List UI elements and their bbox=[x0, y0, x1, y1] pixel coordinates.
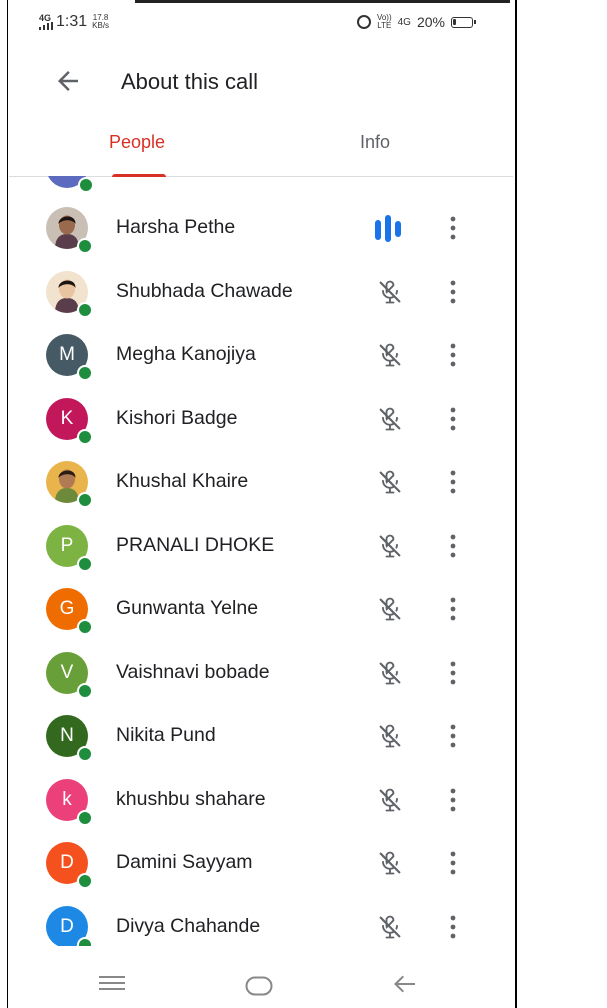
mic-off-icon[interactable] bbox=[376, 786, 404, 814]
back-arrow-icon[interactable] bbox=[53, 66, 83, 96]
more-options-icon[interactable] bbox=[441, 532, 465, 560]
more-options-icon[interactable] bbox=[441, 278, 465, 306]
participant-name: Gunwanta Yelne bbox=[116, 597, 259, 619]
online-indicator bbox=[77, 873, 93, 889]
more-options-icon[interactable] bbox=[441, 913, 465, 941]
mic-off-icon[interactable] bbox=[376, 278, 404, 306]
mic-off-icon[interactable] bbox=[376, 468, 404, 496]
phone-screen: 4G 1:31 17.8 KB/s Vo)) LTE 4G 20% About … bbox=[9, 4, 513, 1008]
participant-name: khushbu shahare bbox=[116, 787, 266, 810]
frame-edge-right bbox=[515, 0, 517, 1008]
mic-off-icon[interactable] bbox=[376, 722, 404, 750]
online-indicator bbox=[78, 177, 94, 193]
mic-off-icon[interactable] bbox=[376, 341, 404, 369]
online-indicator bbox=[77, 238, 93, 254]
participant-row[interactable]: M Megha Kanojiya bbox=[9, 323, 513, 386]
more-options-icon[interactable] bbox=[441, 595, 465, 623]
participant-name: Vaishnavi bobade bbox=[116, 660, 270, 683]
more-options-icon[interactable] bbox=[441, 214, 465, 242]
mic-off-icon[interactable] bbox=[376, 532, 404, 560]
mic-off-icon[interactable] bbox=[376, 659, 404, 687]
participant-row[interactable]: D Divya Chahande bbox=[9, 895, 513, 946]
online-indicator bbox=[77, 809, 93, 826]
network-speed: 17.8 KB/s bbox=[92, 13, 110, 30]
frame-edge-left bbox=[0, 0, 8, 1008]
battery-percent: 20% bbox=[416, 14, 445, 30]
participant-row[interactable]: P PRANALI DHOKE bbox=[9, 514, 513, 577]
battery-fill bbox=[453, 18, 456, 25]
participant-row[interactable]: k khushbu shahare bbox=[9, 768, 513, 831]
network-indicator: 4G bbox=[39, 14, 53, 31]
participant-row[interactable]: D Damini Sayyam bbox=[9, 831, 513, 894]
menu-icon[interactable] bbox=[99, 973, 125, 993]
signal-icon bbox=[39, 22, 53, 30]
participant-row[interactable]: Harsha Pethe bbox=[9, 196, 513, 259]
mic-off-icon[interactable] bbox=[376, 849, 404, 877]
system-nav-bar bbox=[9, 959, 513, 1008]
tab-people[interactable]: People bbox=[109, 132, 165, 153]
more-options-icon[interactable] bbox=[441, 405, 465, 433]
participant-name: PRANALI DHOKE bbox=[116, 533, 275, 556]
participant-name: Khushal Khaire bbox=[116, 470, 249, 492]
online-indicator bbox=[77, 492, 93, 508]
participant-list[interactable]: Harsha Pethe Shubhada Chawade M Megha Kan… bbox=[9, 176, 513, 946]
participant-row[interactable]: G Gunwanta Yelne bbox=[9, 577, 513, 640]
online-indicator bbox=[77, 555, 93, 572]
more-options-icon[interactable] bbox=[441, 341, 465, 369]
more-options-icon[interactable] bbox=[441, 849, 465, 877]
alarm-icon bbox=[356, 15, 371, 29]
participant-row[interactable]: V Vaishnavi bobade bbox=[9, 641, 513, 704]
tab-bar: People Info bbox=[9, 124, 513, 177]
more-options-icon[interactable] bbox=[441, 468, 465, 496]
online-indicator bbox=[77, 682, 93, 699]
status-bar: 4G 1:31 17.8 KB/s Vo)) LTE 4G 20% bbox=[9, 4, 513, 44]
mic-off-icon[interactable] bbox=[376, 595, 404, 623]
participant-name: Shubhada Chawade bbox=[116, 279, 293, 302]
participant-name: Kishori Badge bbox=[116, 406, 238, 429]
more-options-icon[interactable] bbox=[441, 659, 465, 687]
app-header: About this call bbox=[9, 56, 513, 112]
more-options-icon[interactable] bbox=[441, 722, 465, 750]
volte-indicator: Vo)) LTE bbox=[376, 13, 392, 30]
tab-info[interactable]: Info bbox=[360, 132, 390, 153]
home-icon[interactable] bbox=[245, 976, 273, 996]
participant-name: Damini Sayyam bbox=[116, 851, 253, 873]
participant-row[interactable]: N Nikita Pund bbox=[9, 704, 513, 767]
online-indicator bbox=[77, 365, 93, 381]
participant-row[interactable]: K Kishori Badge bbox=[9, 387, 513, 450]
mic-off-icon[interactable] bbox=[376, 405, 404, 433]
participant-row[interactable]: Khushal Khaire bbox=[9, 450, 513, 513]
participant-name: Megha Kanojiya bbox=[116, 343, 256, 365]
mic-off-icon[interactable] bbox=[376, 913, 404, 941]
status-time: 1:31 bbox=[56, 13, 88, 30]
online-indicator bbox=[77, 936, 93, 946]
participant-name: Harsha Pethe bbox=[116, 216, 236, 238]
participant-row[interactable]: Shubhada Chawade bbox=[9, 260, 513, 323]
participant-name: Divya Chahande bbox=[116, 914, 261, 937]
page-title: About this call bbox=[121, 69, 258, 94]
online-indicator bbox=[77, 301, 93, 318]
participant-name: Nikita Pund bbox=[116, 724, 216, 746]
online-indicator bbox=[77, 428, 93, 445]
audio-level-icon bbox=[375, 215, 401, 242]
more-options-icon[interactable] bbox=[441, 786, 465, 814]
data-type: 4G bbox=[397, 16, 411, 28]
online-indicator bbox=[77, 619, 93, 635]
frame-top-rule bbox=[135, 0, 510, 3]
battery-icon bbox=[451, 16, 476, 28]
back-icon[interactable] bbox=[391, 972, 419, 996]
online-indicator bbox=[77, 746, 93, 762]
